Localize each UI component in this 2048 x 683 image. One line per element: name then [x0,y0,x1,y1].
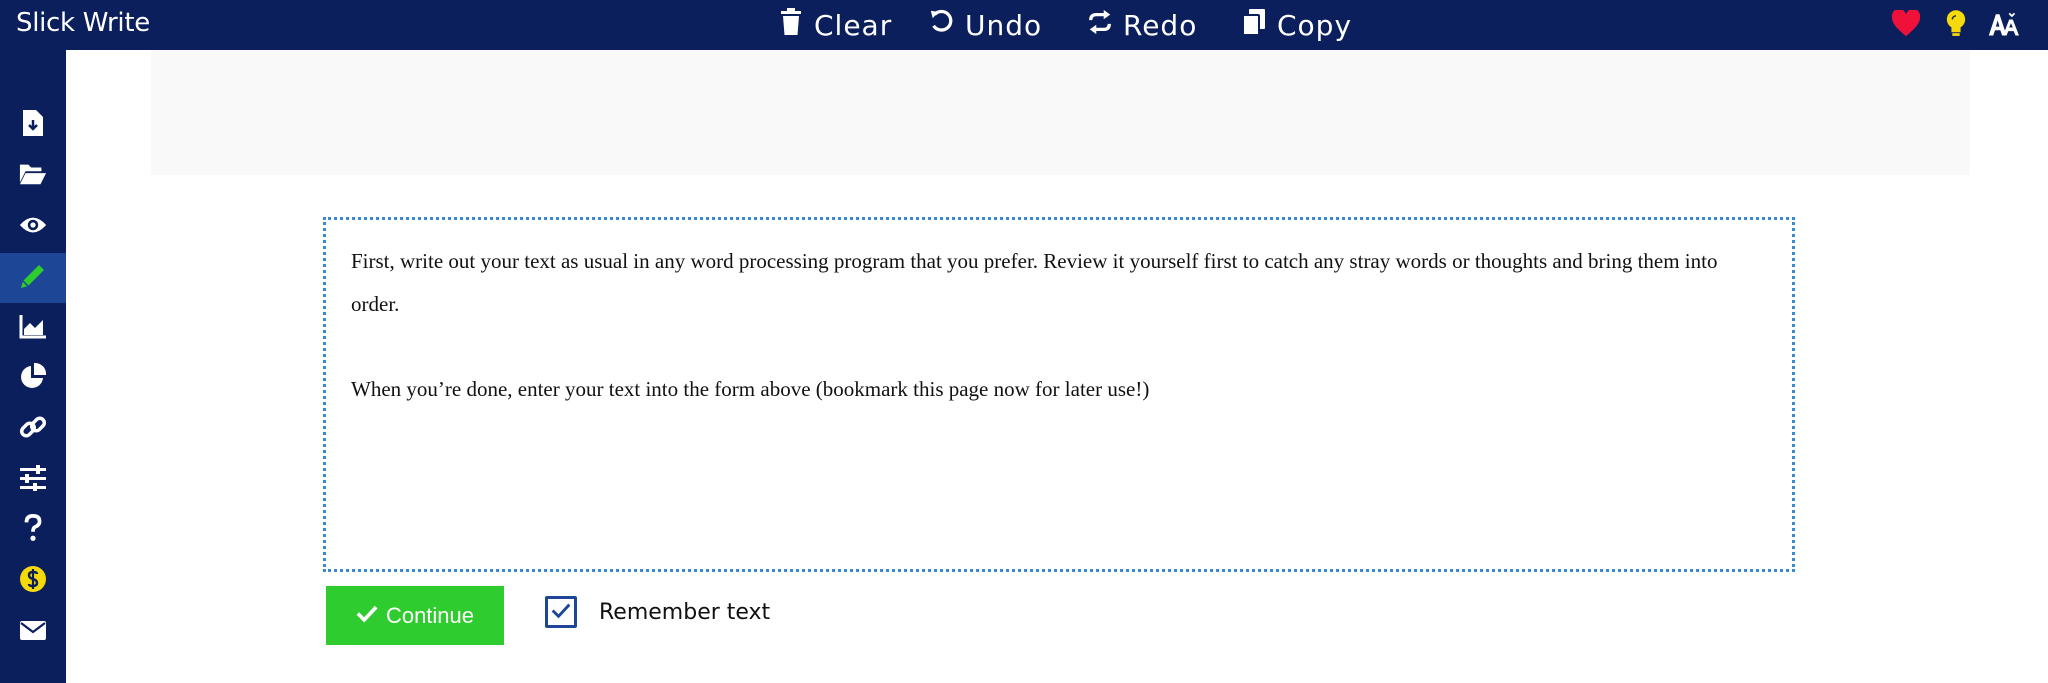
continue-label: Continue [385,602,475,628]
lightbulb-icon[interactable] [1940,8,1972,40]
sidebar-item-stats[interactable] [0,303,66,353]
sidebar-item-donate[interactable] [0,556,66,606]
save-file-icon [19,109,47,141]
sidebar-item-contact[interactable] [0,607,66,657]
editor-paragraph: First, write out your text as usual in a… [351,249,1718,316]
checkbox-check-icon [551,602,571,623]
copy-label: Copy [1277,8,1353,42]
sidebar-item-save[interactable] [0,100,66,150]
undo-button[interactable]: Undo [929,6,1042,44]
sidebar-item-structure[interactable] [0,353,66,403]
dollar-icon [19,565,47,597]
envelope-icon [19,616,47,648]
sidebar-item-help[interactable] [0,505,66,555]
text-editor[interactable]: First, write out your text as usual in a… [323,217,1795,572]
copy-button[interactable]: Copy [1241,6,1352,44]
copy-icon [1241,8,1267,43]
sidebar-item-links[interactable] [0,404,66,454]
sidebar-item-write[interactable] [0,253,66,303]
sidebar-item-preview[interactable] [0,202,66,252]
remember-text-option: Remember text [545,596,770,628]
pie-chart-icon [19,362,47,394]
link-icon [19,413,47,445]
top-navbar: Slick Write Clear Undo Redo Copy [0,0,2048,50]
remember-text-checkbox[interactable] [545,596,577,628]
redo-icon [1087,8,1113,43]
clear-label: Clear [814,8,893,42]
trash-icon [778,7,804,43]
open-folder-icon [19,160,47,192]
eye-icon [19,211,47,243]
redo-label: Redo [1123,8,1198,42]
font-size-icon[interactable] [1987,8,2019,40]
sidebar-item-open[interactable] [0,151,66,201]
remember-text-label: Remember text [599,599,771,625]
undo-icon [929,8,955,43]
checkmark-icon [356,603,378,629]
banner-area [151,50,1970,175]
continue-button[interactable]: Continue [326,586,504,645]
area-chart-icon [19,312,47,344]
redo-button[interactable]: Redo [1087,6,1197,44]
heart-icon[interactable] [1890,8,1922,40]
editor-paragraph: When you’re done, enter your text into t… [351,377,1150,401]
clear-button[interactable]: Clear [778,6,892,44]
undo-label: Undo [965,8,1043,42]
sidebar-item-settings[interactable] [0,455,66,505]
app-title: Slick Write [16,8,150,38]
pencil-icon [19,262,47,294]
sliders-icon [19,464,47,496]
question-icon [19,513,47,546]
sidebar [0,50,66,683]
